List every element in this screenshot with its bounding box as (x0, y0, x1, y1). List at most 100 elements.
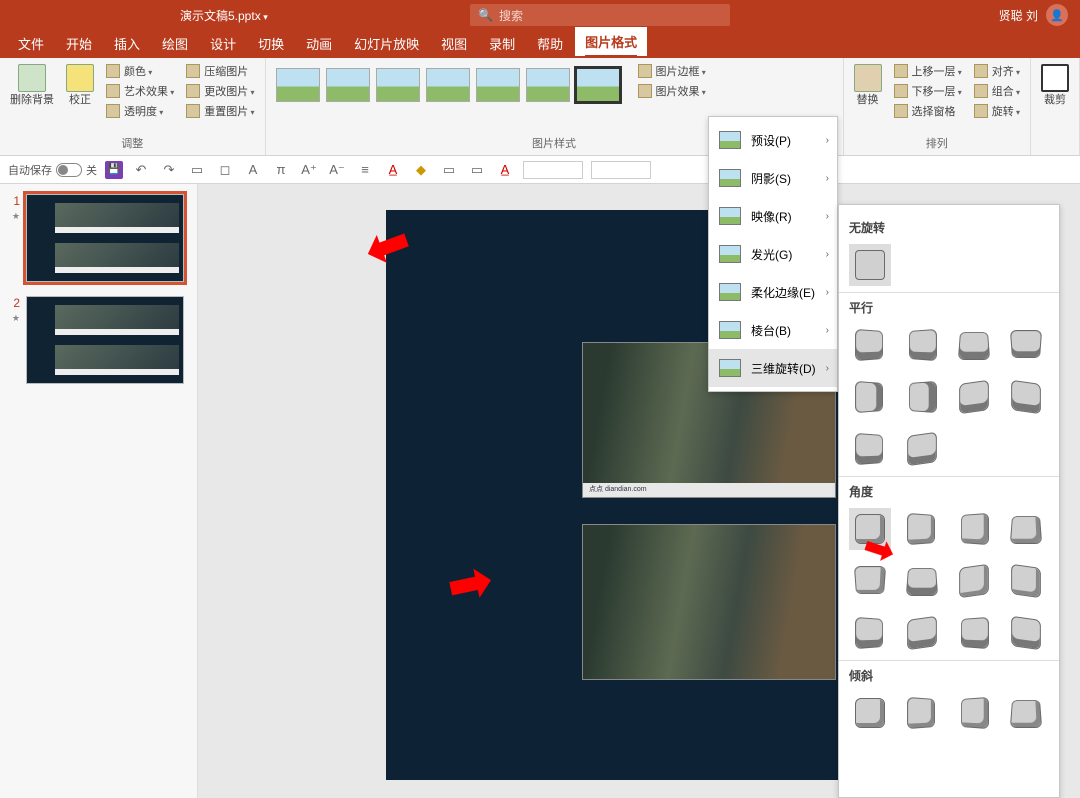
change-picture-button[interactable]: 更改图片 (182, 82, 258, 100)
change-pic-icon (186, 84, 200, 98)
corrections-button[interactable]: 校正 (62, 62, 98, 108)
rot-persp-12[interactable] (1005, 612, 1047, 654)
picture-styles-gallery[interactable] (272, 62, 624, 108)
rot-persp-4[interactable] (1005, 508, 1047, 550)
rot-parallel-4[interactable] (1005, 324, 1047, 366)
send-backward-button[interactable]: 下移一层 (890, 82, 966, 100)
rot-parallel-3[interactable] (953, 324, 995, 366)
section-parallel: 平行 (849, 299, 1049, 316)
tab-design[interactable]: 设计 (200, 29, 246, 58)
rot-persp-11[interactable] (953, 612, 995, 654)
style-thumb-3[interactable] (376, 68, 420, 102)
document-title[interactable]: 演示文稿5.pptx (180, 7, 268, 24)
rot-parallel-8[interactable] (1005, 376, 1047, 418)
style-thumb-5[interactable] (476, 68, 520, 102)
qat-btn-12[interactable]: A̲ (495, 160, 515, 180)
qat-btn-6[interactable]: A⁻ (327, 160, 347, 180)
rot-parallel-6[interactable] (901, 376, 943, 418)
tab-animations[interactable]: 动画 (296, 29, 342, 58)
rot-parallel-1[interactable] (849, 324, 891, 366)
rot-persp-3[interactable] (953, 508, 995, 550)
rot-parallel-9[interactable] (849, 428, 891, 470)
rot-persp-10[interactable] (901, 612, 943, 654)
undo-button[interactable]: ↶ (131, 160, 151, 180)
artistic-effects-button[interactable]: 艺术效果 (102, 82, 178, 100)
rot-persp-8[interactable] (1005, 560, 1047, 602)
style-thumb-7[interactable] (576, 68, 620, 102)
rot-persp-6[interactable] (901, 560, 943, 602)
redo-button[interactable]: ↷ (159, 160, 179, 180)
tab-transitions[interactable]: 切换 (248, 29, 294, 58)
qat-btn-14[interactable] (591, 161, 651, 179)
search-box[interactable]: 🔍 搜索 (470, 4, 730, 26)
rot-parallel-10[interactable] (901, 428, 943, 470)
fx-shadow[interactable]: 阴影(S)› (709, 159, 837, 197)
user-area[interactable]: 贤聪 刘 👤 (999, 4, 1068, 26)
picture-bottom[interactable] (582, 524, 836, 680)
qat-btn-8[interactable]: A̲ (383, 160, 403, 180)
qat-btn-2[interactable]: ◻ (215, 160, 235, 180)
rot-oblique-3[interactable] (953, 692, 995, 734)
rot-persp-1[interactable] (849, 508, 891, 550)
rot-persp-2[interactable] (901, 508, 943, 550)
qat-btn-10[interactable]: ▭ (439, 160, 459, 180)
fx-soft-edges[interactable]: 柔化边缘(E)› (709, 273, 837, 311)
rot-oblique-1[interactable] (849, 692, 891, 734)
thumbnail-1[interactable]: 1★ (6, 194, 191, 282)
style-thumb-2[interactable] (326, 68, 370, 102)
picture-effects-button[interactable]: 图片效果 (634, 82, 710, 100)
rot-oblique-4[interactable] (1005, 692, 1047, 734)
style-thumb-6[interactable] (526, 68, 570, 102)
rotate-button[interactable]: 旋转 (970, 102, 1024, 120)
rot-oblique-2[interactable] (901, 692, 943, 734)
fx-reflection[interactable]: 映像(R)› (709, 197, 837, 235)
selection-pane-button[interactable]: 选择窗格 (890, 102, 966, 120)
qat-btn-13[interactable] (523, 161, 583, 179)
tab-home[interactable]: 开始 (56, 29, 102, 58)
tab-draw[interactable]: 绘图 (152, 29, 198, 58)
rot-persp-5[interactable] (849, 560, 891, 602)
rot-parallel-2[interactable] (901, 324, 943, 366)
tab-help[interactable]: 帮助 (527, 29, 573, 58)
save-button[interactable]: 💾 (105, 161, 123, 179)
fx-3d-rotation[interactable]: 三维旋转(D)› (709, 349, 837, 387)
qat-btn-1[interactable]: ▭ (187, 160, 207, 180)
replace-button[interactable]: 替换 (850, 62, 886, 108)
tab-picture-format[interactable]: 图片格式 (575, 27, 647, 58)
bring-forward-button[interactable]: 上移一层 (890, 62, 966, 80)
tab-view[interactable]: 视图 (431, 29, 477, 58)
rot-persp-9[interactable] (849, 612, 891, 654)
group-button[interactable]: 组合 (970, 82, 1024, 100)
rot-persp-7[interactable] (953, 560, 995, 602)
picture-border-button[interactable]: 图片边框 (634, 62, 710, 80)
autosave-toggle[interactable]: 自动保存 关 (8, 162, 97, 178)
qat-btn-4[interactable]: π (271, 160, 291, 180)
compress-pictures-button[interactable]: 压缩图片 (182, 62, 258, 80)
preset-icon (719, 131, 741, 149)
qat-btn-11[interactable]: ▭ (467, 160, 487, 180)
qat-btn-5[interactable]: A⁺ (299, 160, 319, 180)
tab-insert[interactable]: 插入 (104, 29, 150, 58)
style-thumb-1[interactable] (276, 68, 320, 102)
transparency-button[interactable]: 透明度 (102, 102, 178, 120)
fx-glow[interactable]: 发光(G)› (709, 235, 837, 273)
qat-btn-9[interactable]: ◆ (411, 160, 431, 180)
color-button[interactable]: 颜色 (102, 62, 178, 80)
tab-slideshow[interactable]: 幻灯片放映 (344, 29, 429, 58)
align-button[interactable]: 对齐 (970, 62, 1024, 80)
fx-bevel[interactable]: 棱台(B)› (709, 311, 837, 349)
qat-btn-3[interactable]: A (243, 160, 263, 180)
qat-btn-7[interactable]: ≡ (355, 160, 375, 180)
user-avatar-icon[interactable]: 👤 (1046, 4, 1068, 26)
rot-parallel-7[interactable] (953, 376, 995, 418)
fx-preset[interactable]: 预设(P)› (709, 121, 837, 159)
remove-background-button[interactable]: 删除背景 (6, 62, 58, 108)
rot-parallel-5[interactable] (849, 376, 891, 418)
tab-file[interactable]: 文件 (8, 29, 54, 58)
reset-picture-button[interactable]: 重置图片 (182, 102, 258, 120)
rotation-none[interactable] (849, 244, 891, 286)
tab-record[interactable]: 录制 (479, 29, 525, 58)
crop-button[interactable]: 裁剪 (1037, 62, 1073, 108)
style-thumb-4[interactable] (426, 68, 470, 102)
thumbnail-2[interactable]: 2★ (6, 296, 191, 384)
